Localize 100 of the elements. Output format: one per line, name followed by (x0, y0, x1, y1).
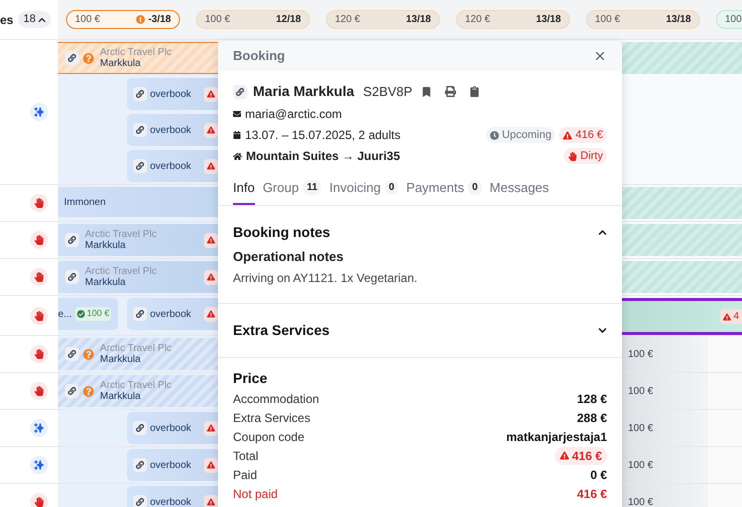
notes-text: Arriving on AY1121. 1x Vegetarian. (233, 270, 418, 287)
bookmark-button[interactable] (422, 86, 432, 96)
overbook-bar[interactable]: overbook (127, 486, 218, 507)
warning-badge (204, 270, 218, 284)
total-badge: 416 € (554, 446, 607, 464)
tab[interactable]: Messages (490, 178, 549, 204)
booking-bar[interactable]: 4 (622, 298, 742, 335)
price-value: 288 € (576, 410, 607, 426)
hand-icon (30, 382, 48, 400)
warning-badge (204, 306, 218, 322)
booking-label: overbook (150, 496, 192, 507)
company-name: Arctic Travel Plc (100, 47, 172, 58)
price-text: 100 € (628, 422, 654, 436)
link-icon (65, 384, 79, 398)
overbook-bar[interactable]: overbook (127, 114, 218, 146)
price-value: matkanjarjestaja1 (506, 428, 607, 446)
company-name: Arctic Travel Plc (100, 343, 172, 354)
clipboard-button[interactable] (470, 86, 480, 97)
warning-badge (204, 122, 218, 138)
booking-bar[interactable]: Arctic Travel Plc Markkula (58, 224, 218, 256)
capacity-pill: 120 € 13/18 (326, 10, 440, 29)
price-badge: 100 € (74, 307, 112, 321)
warning-badge: 4 (720, 309, 742, 324)
sparkle-icon (30, 456, 48, 474)
count-toggle[interactable]: 18 (18, 11, 51, 28)
hand-icon (30, 306, 48, 324)
question-icon (83, 386, 94, 396)
booking-bar[interactable]: Immonen (58, 187, 218, 217)
price-label: Not paid (233, 486, 278, 502)
warning-badge (204, 458, 218, 472)
tab[interactable]: Invoicing 0 (329, 178, 398, 204)
link-icon (133, 495, 147, 507)
link-icon (133, 123, 147, 137)
link-icon (65, 270, 79, 284)
print-button[interactable] (445, 86, 456, 97)
overbook-bar[interactable]: overbook (127, 449, 218, 481)
price-title: Price (233, 369, 268, 388)
booking-bar[interactable]: Arctic Travel Plc Markkula (58, 42, 218, 74)
hand-icon (30, 268, 48, 286)
link-icon (65, 51, 79, 65)
link-icon (65, 347, 79, 361)
link-icon (133, 307, 147, 321)
link-icon (65, 233, 79, 247)
house-icon (233, 152, 242, 160)
chevron-up-icon (598, 228, 607, 236)
booking-label: overbook (150, 308, 192, 322)
guest-name: Markkula (100, 354, 142, 365)
link-icon (133, 458, 147, 472)
overbook-bar[interactable]: overbook (127, 78, 218, 110)
link-icon (233, 84, 247, 98)
sparkle-icon (30, 419, 48, 437)
calendar-icon (233, 131, 241, 139)
section-header[interactable]: Booking notes (233, 222, 607, 242)
booking-bar[interactable]: e... 100 € (58, 298, 118, 330)
price-label: Total (233, 448, 258, 464)
housekeeping-badge: Dirty (564, 148, 607, 164)
booking-bar[interactable]: Arctic Travel Plc Markkula (58, 338, 218, 370)
guest-name: Markkula (100, 58, 142, 69)
link-icon (133, 87, 147, 101)
section-header[interactable]: Extra Services (233, 320, 607, 341)
warning-badge (204, 494, 218, 507)
booking-bar[interactable]: Arctic Travel Plc Markkula (58, 261, 218, 293)
booking-label: overbook (150, 160, 192, 174)
tab[interactable]: Info (233, 178, 255, 204)
price-label: Paid (233, 466, 258, 484)
price-label: Accommodation (233, 390, 320, 408)
dates-text: 13.07. – 15.07.2025, 2 adults (245, 127, 400, 144)
question-icon (83, 348, 94, 360)
booking-bar[interactable]: Arctic Travel Plc Markkula (58, 375, 218, 407)
capacity-pill: 100 € 12/18 (196, 10, 310, 29)
price-text: 100 € (628, 458, 654, 472)
tab[interactable]: Group 11 (262, 178, 322, 204)
column-label: es (0, 12, 14, 28)
booking-label: overbook (150, 124, 192, 138)
guest-name: Markkula (85, 240, 127, 251)
guest-name: Markkula (100, 391, 142, 402)
room-text: Mountain Suites → Juuri35 (246, 148, 400, 165)
notes-subtitle: Operational notes (233, 248, 345, 266)
booking-label: overbook (150, 422, 192, 436)
booking-label: e... (58, 308, 72, 322)
price-label: Coupon code (233, 428, 304, 446)
overbook-bar[interactable]: overbook (127, 298, 218, 330)
question-icon (83, 52, 94, 64)
dialog-title: Booking (233, 47, 285, 66)
price-text: 100 € (628, 348, 654, 362)
booking-label: overbook (150, 88, 192, 102)
close-button[interactable] (593, 49, 607, 63)
chevron-up-icon (38, 16, 46, 24)
overbook-bar[interactable]: overbook (127, 150, 218, 182)
warning-badge (204, 158, 218, 174)
tab[interactable]: Payments 0 (406, 178, 482, 204)
overbook-bar[interactable]: overbook (127, 412, 218, 444)
link-icon (133, 159, 147, 173)
warning-badge (204, 420, 218, 436)
price-text: 100 € (628, 384, 654, 398)
hand-icon (30, 493, 48, 507)
balance-badge: 416 € (559, 126, 607, 144)
company-name: Arctic Travel Plc (85, 229, 157, 240)
capacity-pill: 120 € 13/18 (456, 10, 570, 29)
email-text: maria@arctic.com (245, 106, 342, 123)
